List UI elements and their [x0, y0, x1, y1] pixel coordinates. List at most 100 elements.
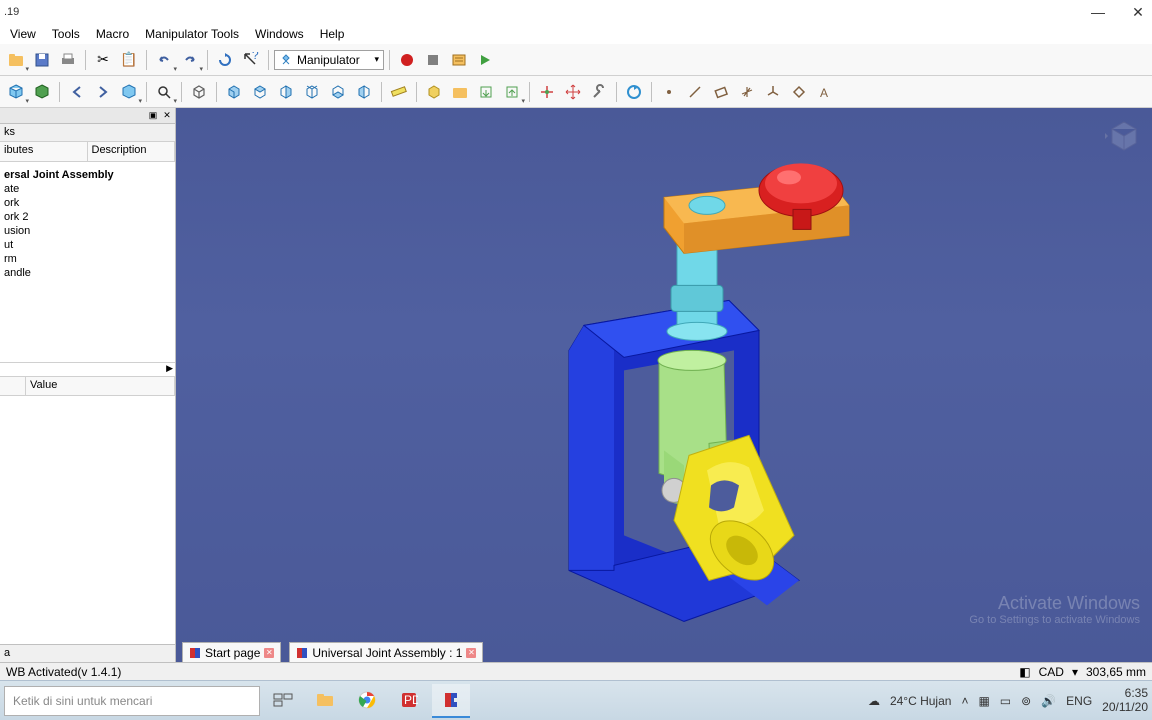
paste-button[interactable]: 📋 [117, 48, 141, 72]
tree-item[interactable]: andle [0, 266, 175, 280]
cut-button[interactable]: ✂ [91, 48, 115, 72]
3d-viewport[interactable]: Activate Windows Go to Settings to activ… [176, 108, 1152, 662]
iso-view-button[interactable] [187, 80, 211, 104]
menu-windows[interactable]: Windows [247, 25, 312, 43]
content-area: ▣ ✕ ks ibutes Description ersal Joint As… [0, 108, 1152, 662]
macro-run-button[interactable] [473, 48, 497, 72]
panel-bottom-tab[interactable]: a [0, 644, 175, 662]
save-button[interactable] [30, 48, 54, 72]
tray-chevron-icon[interactable]: ˄ [961, 694, 968, 708]
macro-stop-button[interactable] [421, 48, 445, 72]
tree-item[interactable]: ork 2 [0, 210, 175, 224]
panel-tab[interactable]: ks [0, 124, 175, 142]
undo-button[interactable]: ▾ [152, 48, 176, 72]
tab-close-button[interactable]: ✕ [264, 648, 274, 658]
draft-diamond-button[interactable] [787, 80, 811, 104]
menu-view[interactable]: View [2, 25, 44, 43]
view-right-button[interactable] [274, 80, 298, 104]
tree-scroll-right-icon[interactable]: ▶ [166, 363, 173, 376]
nav-style-icon[interactable]: ◧ [1019, 665, 1030, 679]
tree-item[interactable]: rm [0, 252, 175, 266]
app-title: .19 [4, 6, 1088, 18]
toolbar-view: ▾ ▾ ▾ ▾ A [0, 76, 1152, 108]
taskbar-pdf-icon[interactable]: PDF [390, 684, 428, 718]
draft-point-button[interactable] [657, 80, 681, 104]
task-view-button[interactable] [264, 684, 302, 718]
menu-tools[interactable]: Tools [44, 25, 88, 43]
model-tree[interactable]: ersal Joint Assembly ate ork ork 2 usion… [0, 162, 175, 362]
draft-axis-button[interactable] [735, 80, 759, 104]
menubar: View Tools Macro Manipulator Tools Windo… [0, 24, 1152, 44]
move-button[interactable] [561, 80, 585, 104]
tree-item[interactable]: usion [0, 224, 175, 238]
print-button[interactable] [56, 48, 80, 72]
import-button[interactable] [474, 80, 498, 104]
redo-button[interactable]: ▾ [178, 48, 202, 72]
view-rear-button[interactable] [300, 80, 324, 104]
tree-root[interactable]: ersal Joint Assembly [0, 168, 175, 182]
export-button[interactable]: ▾ [500, 80, 524, 104]
tray-network-icon[interactable]: ▦ [978, 694, 989, 708]
measure-button[interactable] [387, 80, 411, 104]
nav-forward-button[interactable] [91, 80, 115, 104]
draft-tripod-button[interactable] [761, 80, 785, 104]
tree-header-description[interactable]: Description [88, 142, 176, 161]
taskbar-chrome-icon[interactable] [348, 684, 386, 718]
tray-volume-icon[interactable]: 🔊 [1041, 694, 1056, 708]
align-button[interactable] [535, 80, 559, 104]
draft-text-button[interactable]: A [813, 80, 837, 104]
tray-battery-icon[interactable]: ▭ [1000, 694, 1011, 708]
close-button[interactable]: ✕ [1128, 5, 1148, 19]
shape-button[interactable] [422, 80, 446, 104]
nav-back-button[interactable] [65, 80, 89, 104]
macro-record-button[interactable] [395, 48, 419, 72]
property-grid[interactable] [0, 396, 175, 644]
view-bottom-button[interactable] [326, 80, 350, 104]
minimize-button[interactable]: — [1088, 5, 1108, 19]
weather-text[interactable]: 24°C Hujan [890, 694, 952, 708]
view-front-button[interactable] [222, 80, 246, 104]
menu-help[interactable]: Help [312, 25, 353, 43]
whatsthis-button[interactable]: ? [239, 48, 263, 72]
weather-icon[interactable]: ☁ [868, 694, 880, 708]
navigation-cube[interactable] [1104, 116, 1144, 156]
document-tabs: Start page ✕ Universal Joint Assembly : … [182, 642, 483, 662]
tree-item[interactable]: ate [0, 182, 175, 196]
tools-button[interactable] [587, 80, 611, 104]
part-button[interactable]: ▾ [4, 80, 28, 104]
recompute-button[interactable] [622, 80, 646, 104]
zoom-button[interactable]: ▾ [152, 80, 176, 104]
link-button[interactable]: ▾ [117, 80, 141, 104]
workbench-selector[interactable]: Manipulator [274, 50, 384, 70]
menu-macro[interactable]: Macro [88, 25, 137, 43]
prop-header-value[interactable]: Value [26, 377, 175, 395]
nav-style-dropdown-icon[interactable]: ▾ [1072, 665, 1078, 679]
menu-manipulator-tools[interactable]: Manipulator Tools [137, 25, 247, 43]
draft-rect-button[interactable] [709, 80, 733, 104]
taskbar-freecad-icon[interactable] [432, 684, 470, 718]
tray-clock[interactable]: 6:35 20/11/20 [1102, 687, 1148, 713]
tab-close-button[interactable]: ✕ [466, 648, 476, 658]
tree-item[interactable]: ork [0, 196, 175, 210]
tab-start-page[interactable]: Start page ✕ [182, 642, 281, 662]
tree-header-labels[interactable]: ibutes [0, 142, 88, 161]
svg-text:?: ? [252, 52, 259, 62]
tree-item[interactable]: ut [0, 238, 175, 252]
view-top-button[interactable] [248, 80, 272, 104]
freecad-icon [296, 647, 308, 659]
view-left-button[interactable] [352, 80, 376, 104]
nav-style-label[interactable]: CAD [1039, 665, 1064, 679]
draft-line-button[interactable] [683, 80, 707, 104]
group-button[interactable] [30, 80, 54, 104]
tab-document[interactable]: Universal Joint Assembly : 1 ✕ [289, 642, 483, 662]
taskbar-explorer-icon[interactable] [306, 684, 344, 718]
tray-wifi-icon[interactable]: ⊚ [1021, 694, 1031, 708]
refresh-button[interactable] [213, 48, 237, 72]
tray-lang[interactable]: ENG [1066, 694, 1092, 708]
panel-close-button[interactable]: ✕ [161, 110, 173, 122]
search-input[interactable]: Ketik di sini untuk mencari [4, 686, 260, 716]
panel-float-button[interactable]: ▣ [147, 110, 159, 122]
macro-list-button[interactable] [447, 48, 471, 72]
open-button[interactable]: ▾ [4, 48, 28, 72]
folder-button[interactable] [448, 80, 472, 104]
